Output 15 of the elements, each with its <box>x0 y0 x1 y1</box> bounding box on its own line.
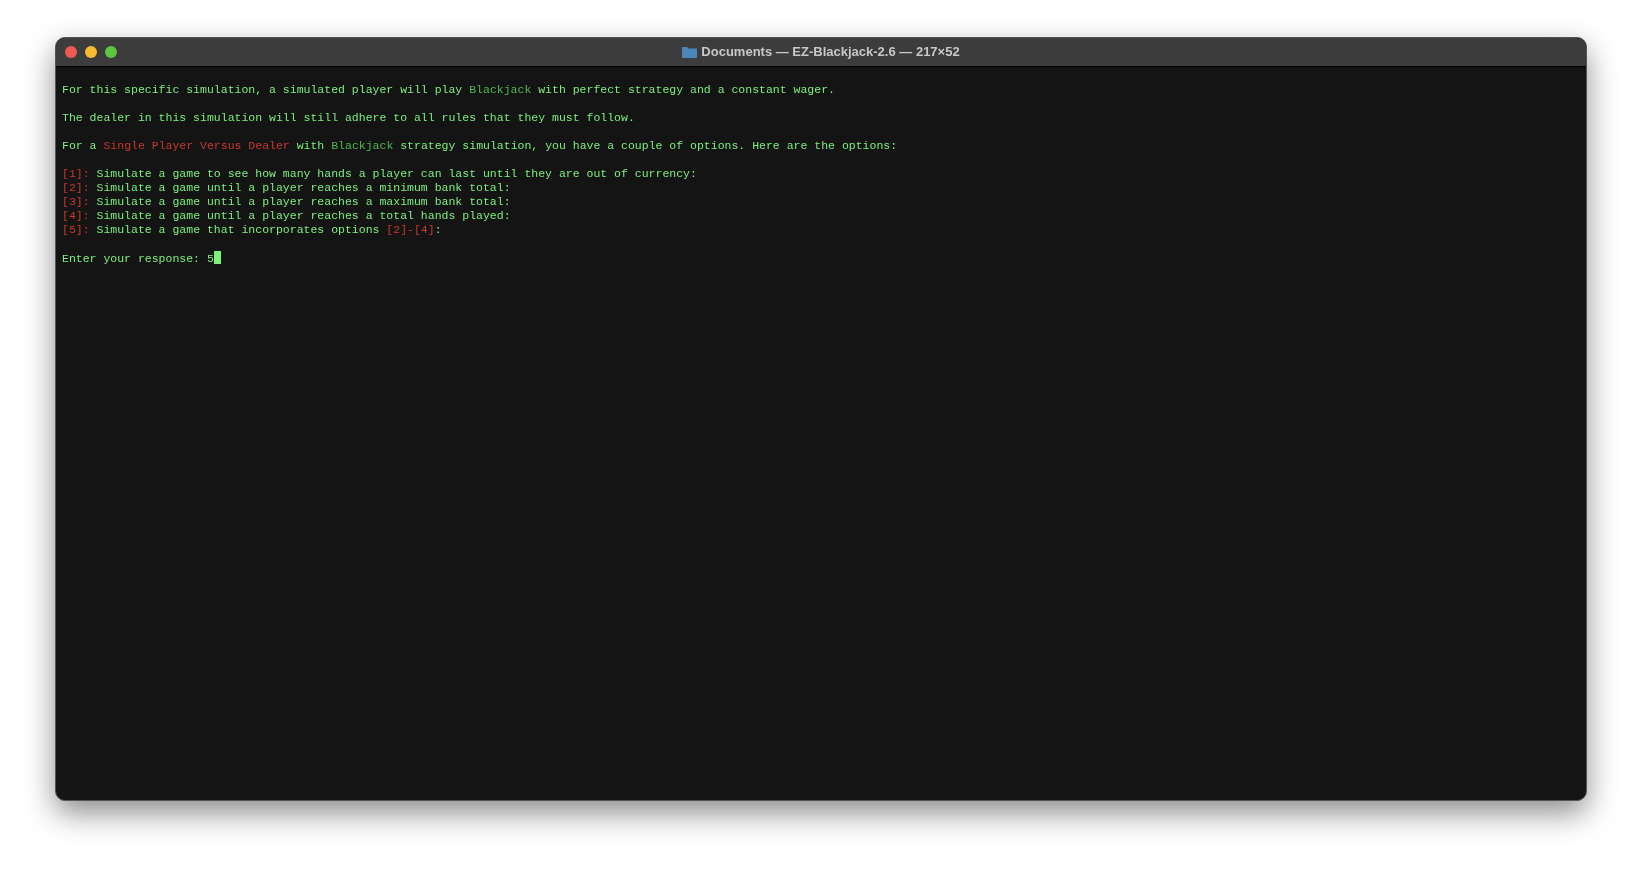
terminal-line: [2]: Simulate a game until a player reaches a minimum bank total: <box>62 181 511 194</box>
zoom-button[interactable] <box>105 46 117 58</box>
prompt-text: Enter your response: 5 <box>62 252 214 265</box>
window-title: Documents — EZ-Blackjack-2.6 — 217×52 <box>701 43 960 62</box>
terminal-line: [4]: Simulate a game until a player reaches a total hands played: <box>62 209 511 222</box>
terminal-line: [3]: Simulate a game until a player reaches a maximum bank total: <box>62 195 511 208</box>
terminal-line: [1]: Simulate a game to see how many hands a player can last until they are out of currency: <box>62 167 697 180</box>
terminal-line: The dealer in this simulation will still adhere to all rules that they must follow. <box>62 111 635 124</box>
terminal-line: For this specific simulation, a simulated player will play Blackjack with perfect strategy and a constant wager. <box>62 83 835 96</box>
minimize-button[interactable] <box>85 46 97 58</box>
terminal-line: For a Single Player Versus Dealer with Blackjack strategy simulation, you have a couple of options. Here are the options: <box>62 139 898 152</box>
text-cursor <box>213 251 221 264</box>
folder-icon <box>682 46 698 58</box>
close-button[interactable] <box>65 46 77 58</box>
terminal-line: [5]: Simulate a game that incorporates options [2]-[4]: <box>62 223 442 236</box>
